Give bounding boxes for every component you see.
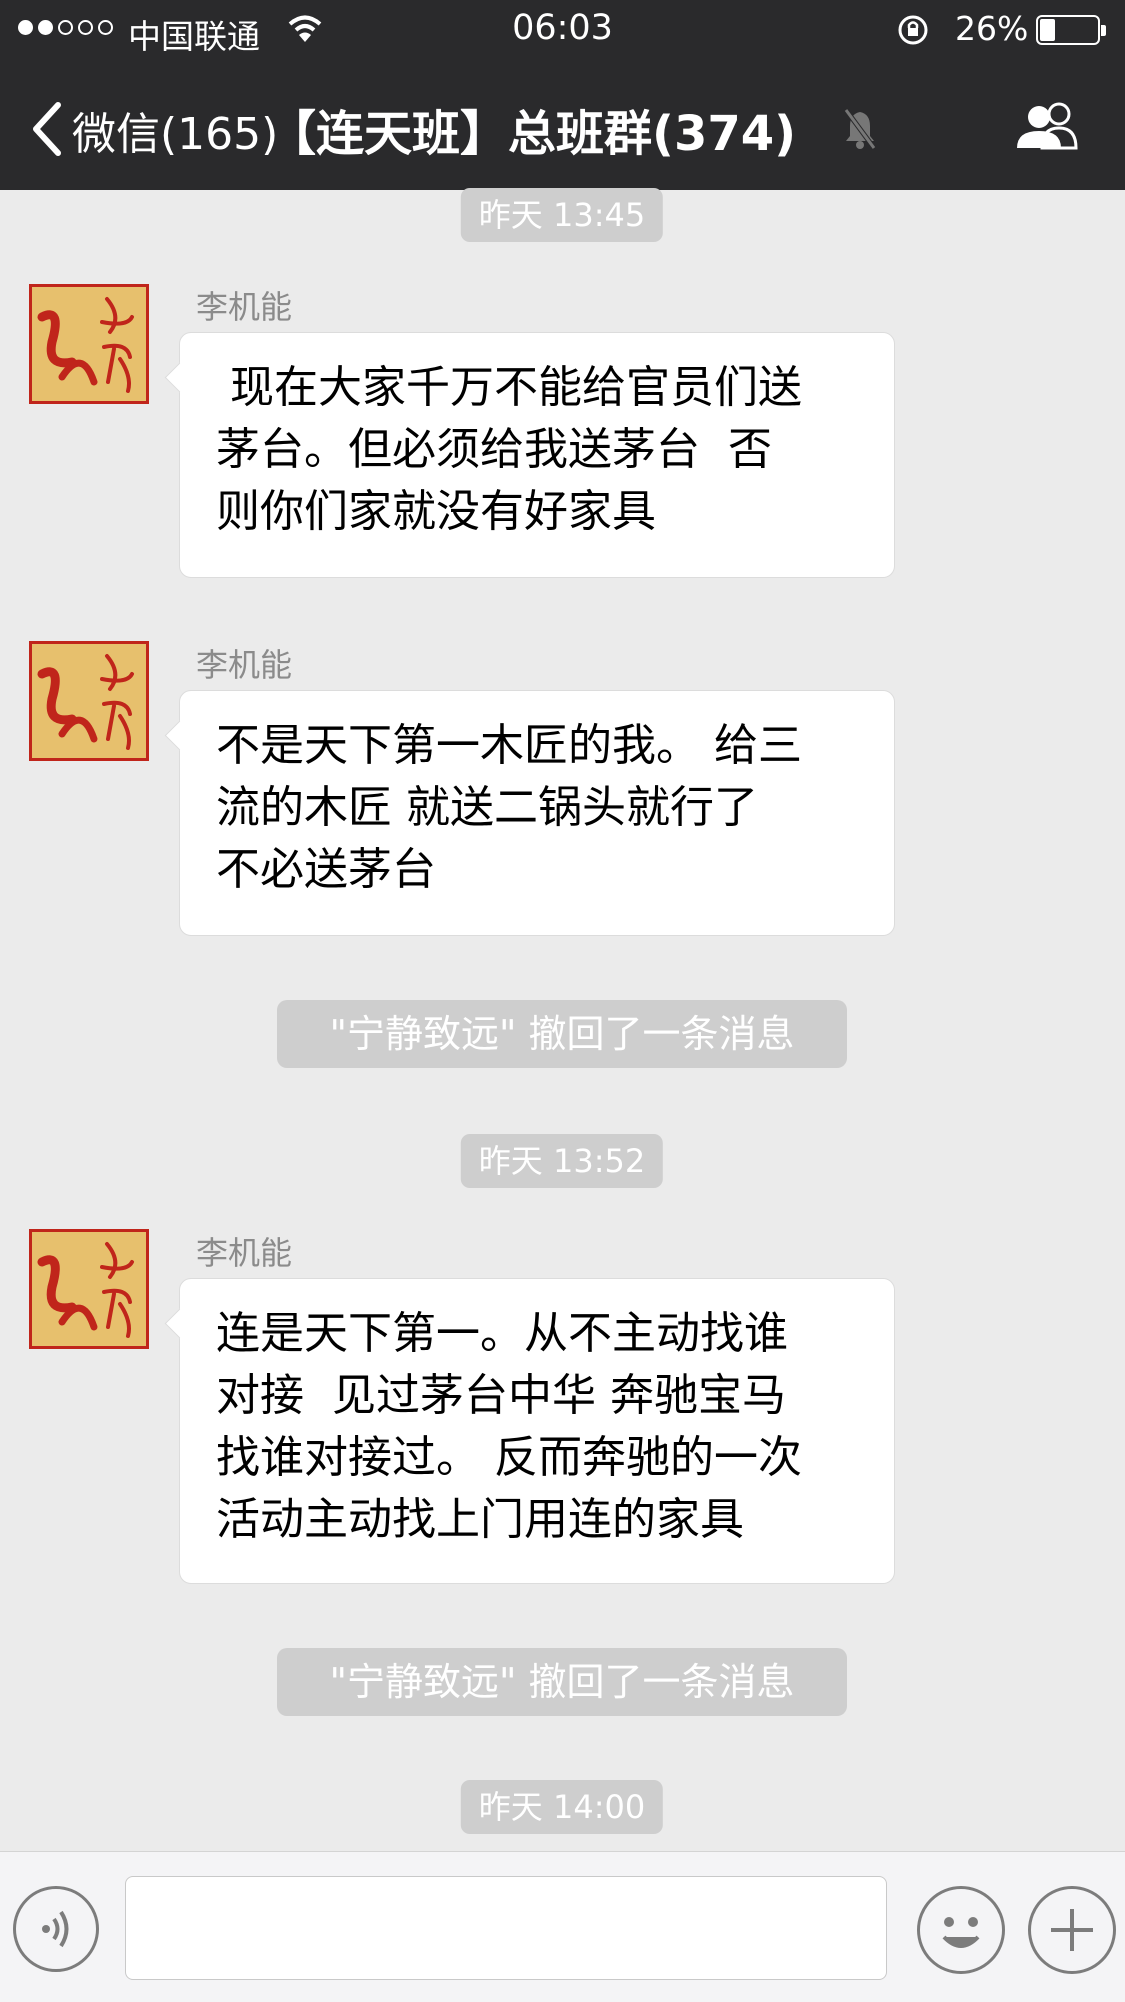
timestamp-pill: 昨天 13:45 [460,188,664,242]
avatar[interactable] [29,1229,149,1349]
sender-name: 李机能 [196,646,293,684]
timestamp-pill: 昨天 14:00 [460,1780,664,1834]
message-line: 则你们家就没有好家具 [216,486,656,537]
voice-icon [42,1910,69,1948]
sender-name: 李机能 [196,1234,293,1272]
message-bubble[interactable]: 不是天下第一木匠的我。 给三 流的木匠 就送二锅头就行了 不必送茅台 [179,690,895,936]
chat-title: 【连天班】总班群(374) [268,106,797,162]
message-bubble[interactable]: 现在大家千万不能给官员们送 茅台。但必须给我送茅台 否 则你们家就没有好家具 [179,332,895,578]
message-bubble[interactable]: 连是天下第一。从不主动找谁 对接 见过茅台中华 奔驰宝马 找谁对接过。 反而奔驰… [179,1278,895,1584]
avatar-calligraphy-icon [32,287,146,401]
avatar-calligraphy-icon [32,644,146,758]
message-line: 活动主动找上门用连的家具 [216,1494,744,1545]
rotation-lock-icon [898,15,928,45]
timestamp-pill: 昨天 13:52 [460,1134,664,1188]
avatar[interactable] [29,284,149,404]
top-bar: 中国联通 06:03 26% 微信(165) 【连天班】总班群(374) [0,0,1125,190]
message-line: 现在大家千万不能给官员们送 [216,362,802,413]
battery-percent: 26% [955,9,1029,48]
battery-level-fill [1040,19,1055,41]
message-line: 连是天下第一。从不主动找谁 [216,1308,788,1359]
voice-button[interactable] [13,1886,99,1972]
back-chevron-icon[interactable] [28,99,68,159]
plus-icon [1051,1909,1093,1951]
input-bar [0,1851,1125,2002]
recall-notice: "宁静致远" 撤回了一条消息 [277,1648,847,1716]
sender-name: 李机能 [196,288,293,326]
plus-button[interactable] [1028,1886,1116,1974]
recall-notice: "宁静致远" 撤回了一条消息 [277,1000,847,1068]
group-members-icon[interactable] [1015,100,1085,150]
status-bar: 中国联通 06:03 26% [0,0,1125,60]
message-input[interactable] [125,1876,887,1980]
message-line: 不必送茅台 [216,844,436,895]
message-line: 流的木匠 就送二锅头就行了 [216,782,758,833]
avatar-calligraphy-icon [32,1232,146,1346]
message-line: 找谁对接过。 反而奔驰的一次 [216,1432,802,1483]
avatar[interactable] [29,641,149,761]
message-line: 不是天下第一木匠的我。 给三 [216,720,802,771]
emoji-icon [942,1917,980,1948]
emoji-button[interactable] [917,1886,1005,1974]
navigation-bar: 微信(165) 【连天班】总班群(374) [0,75,1125,185]
battery-icon [1036,15,1106,45]
message-line: 茅台。但必须给我送茅台 否 [216,424,772,475]
back-button[interactable]: 微信(165) [72,98,278,162]
message-line: 对接 见过茅台中华 奔驰宝马 [216,1370,786,1421]
mute-bell-icon [843,108,877,150]
